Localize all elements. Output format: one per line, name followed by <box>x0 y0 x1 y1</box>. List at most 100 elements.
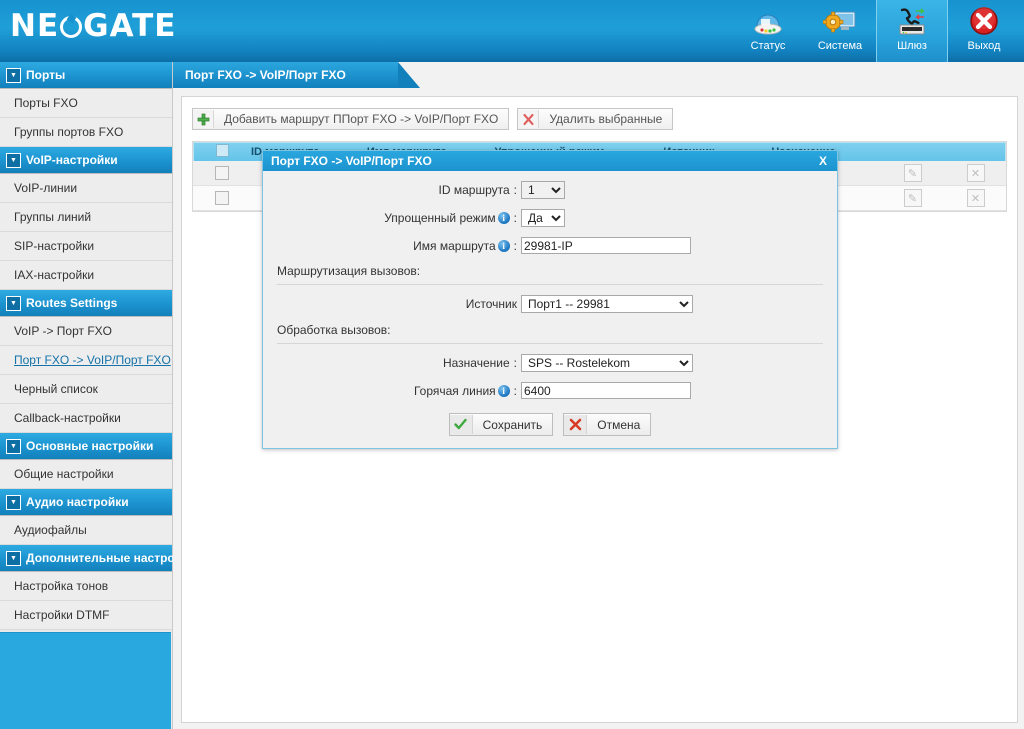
sidebar-item-label: VoIP -> Порт FXO <box>14 324 113 338</box>
save-label: Сохранить <box>482 417 543 432</box>
sidebar-group-advanced[interactable]: ▼ Дополнительные настройки <box>0 545 196 572</box>
simple-mode-select[interactable]: Да <box>521 209 565 227</box>
panel-toolbar: Добавить маршрут ППорт FXO -> VoIP/Порт … <box>182 97 1017 135</box>
select-all-checkbox[interactable] <box>215 144 229 157</box>
sidebar-item-voip-to-fxo[interactable]: VoIP -> Порт FXO <box>0 317 172 346</box>
x-icon[interactable]: ✕ <box>966 189 985 207</box>
sidebar-item-label: VoIP-линии <box>14 181 78 195</box>
sidebar-group-ports[interactable]: ▼ Порты <box>0 62 172 89</box>
sidebar-group-label: Routes Settings <box>26 296 118 310</box>
nav-item-logout[interactable]: Выход <box>948 0 1020 62</box>
sidebar-item-tone-settings[interactable]: Настройка тонов <box>0 572 172 601</box>
nav-label-logout: Выход <box>967 40 1001 52</box>
tab-fxo-to-voip[interactable]: Порт FXO -> VoIP/Порт FXO <box>173 62 420 88</box>
row-checkbox[interactable] <box>214 191 229 205</box>
dialog-body: ID маршрута: 1 Упрощенный режим i: Да Имя… <box>263 171 837 436</box>
sidebar-group-audio[interactable]: ▼ Аудио настройки <box>0 489 172 516</box>
logout-close-icon <box>967 4 1001 40</box>
nav-item-status[interactable]: Статус <box>732 0 804 62</box>
sidebar-item-label: Группы портов FXO <box>14 125 124 139</box>
row-delete-cell[interactable]: ✕ <box>945 164 1006 182</box>
row-edit-cell[interactable]: ✎ <box>880 189 945 207</box>
pencil-icon[interactable]: ✎ <box>903 164 922 182</box>
dialog-buttons: Сохранить Отмена <box>277 413 823 436</box>
source-select[interactable]: Порт1 -- 29981 <box>521 295 693 313</box>
label-text: Имя маршрута <box>413 238 496 253</box>
route-name-input[interactable] <box>521 237 691 254</box>
x-delete-icon <box>518 110 540 128</box>
sidebar-group-routes[interactable]: ▼ Routes Settings <box>0 290 172 317</box>
sidebar-item-label: IAX-настройки <box>14 268 95 282</box>
pencil-icon[interactable]: ✎ <box>903 189 922 207</box>
colon: : <box>513 356 517 370</box>
chevron-down-icon: ▼ <box>6 550 21 566</box>
sidebar-filler <box>0 632 171 729</box>
logo-text-a: NE <box>10 8 60 44</box>
sidebar-item-fxo-ports[interactable]: Порты FXO <box>0 89 172 118</box>
label-text: ID маршрута <box>438 183 510 197</box>
chevron-down-icon: ▼ <box>6 438 21 454</box>
sidebar-item-audio-files[interactable]: Аудиофайлы <box>0 516 172 545</box>
sidebar-item-iax-settings[interactable]: IAX-настройки <box>0 261 172 290</box>
top-nav: Статус Система Шлюз Выход <box>732 0 1020 62</box>
select-all-cell[interactable] <box>194 144 251 160</box>
row-select-cell[interactable] <box>193 191 250 205</box>
sidebar-item-dtmf-settings[interactable]: Настройки DTMF <box>0 601 172 630</box>
sidebar-group-voip[interactable]: ▼ VoIP-настройки <box>0 147 172 174</box>
sidebar-item-blacklist[interactable]: Черный список <box>0 375 172 404</box>
save-button[interactable]: Сохранить <box>448 413 554 436</box>
sidebar-group-label: Дополнительные настройки <box>26 551 196 565</box>
sidebar-item-label: Общие настройки <box>14 467 114 481</box>
dialog-title-bar[interactable]: Порт FXO -> VoIP/Порт FXO X <box>263 151 837 171</box>
nav-item-gateway[interactable]: Шлюз <box>876 0 948 62</box>
sidebar-item-line-groups[interactable]: Группы линий <box>0 203 172 232</box>
sidebar-item-label: Черный список <box>14 382 98 396</box>
nav-item-system[interactable]: Система <box>804 0 876 62</box>
info-icon[interactable]: i <box>497 212 510 224</box>
label-destination: Назначение: <box>277 356 521 370</box>
neogate-logo: NE GATE <box>10 8 176 44</box>
sidebar: ▼ Порты Порты FXO Группы портов FXO ▼ Vo… <box>0 62 196 729</box>
destination-select[interactable]: SPS -- Rostelekom <box>521 354 693 372</box>
row-select-cell[interactable] <box>193 166 250 180</box>
cancel-label: Отмена <box>597 417 641 432</box>
sidebar-item-fxo-port-groups[interactable]: Группы портов FXO <box>0 118 172 147</box>
x-red-icon <box>564 415 588 434</box>
sidebar-group-basic[interactable]: ▼ Основные настройки <box>0 433 172 460</box>
nav-label-status: Статус <box>750 40 786 52</box>
info-icon[interactable]: i <box>497 384 510 397</box>
status-dome-icon <box>751 4 785 40</box>
row-delete-cell[interactable]: ✕ <box>945 189 1006 207</box>
logo-text-b: GATE <box>83 8 177 44</box>
gear-monitor-icon <box>823 4 857 40</box>
sidebar-item-sip-settings[interactable]: SIP-настройки <box>0 232 172 261</box>
add-route-label: Добавить маршрут ППорт FXO -> VoIP/Порт … <box>224 112 499 126</box>
field-destination: Назначение: SPS -- Rostelekom <box>277 354 823 372</box>
sidebar-item-voip-lines[interactable]: VoIP-линии <box>0 174 172 203</box>
chevron-down-icon: ▼ <box>6 152 21 168</box>
row-edit-cell[interactable]: ✎ <box>880 164 945 182</box>
add-route-button[interactable]: Добавить маршрут ППорт FXO -> VoIP/Порт … <box>192 108 510 130</box>
section-routing: Маршрутизация вызовов: <box>277 264 421 278</box>
sidebar-group-label: VoIP-настройки <box>26 153 118 167</box>
x-icon[interactable]: ✕ <box>966 164 985 182</box>
sidebar-item-general-settings[interactable]: Общие настройки <box>0 460 172 489</box>
close-icon[interactable]: X <box>817 151 829 171</box>
delete-selected-button[interactable]: Удалить выбранные <box>517 108 674 130</box>
sidebar-item-label: Настройки DTMF <box>14 608 110 622</box>
sidebar-group-label: Основные настройки <box>26 439 154 453</box>
sidebar-item-label: SIP-настройки <box>14 239 95 253</box>
route-id-select[interactable]: 1 <box>521 181 565 199</box>
cancel-button[interactable]: Отмена <box>563 413 652 436</box>
label-text: Горячая линия <box>413 383 496 398</box>
sidebar-item-label: Callback-настройки <box>14 411 121 425</box>
label-hotline: Горячая линия i: <box>277 384 521 398</box>
sidebar-item-callback[interactable]: Callback-настройки <box>0 404 172 433</box>
sidebar-item-fxo-to-voip[interactable]: Порт FXO -> VoIP/Порт FXO <box>0 346 172 375</box>
chevron-down-icon: ▼ <box>6 295 21 311</box>
chevron-down-icon: ▼ <box>6 67 21 83</box>
hotline-input[interactable] <box>521 382 691 399</box>
sidebar-item-label: Группы линий <box>14 210 92 224</box>
row-checkbox[interactable] <box>214 166 229 180</box>
info-icon[interactable]: i <box>497 239 510 252</box>
